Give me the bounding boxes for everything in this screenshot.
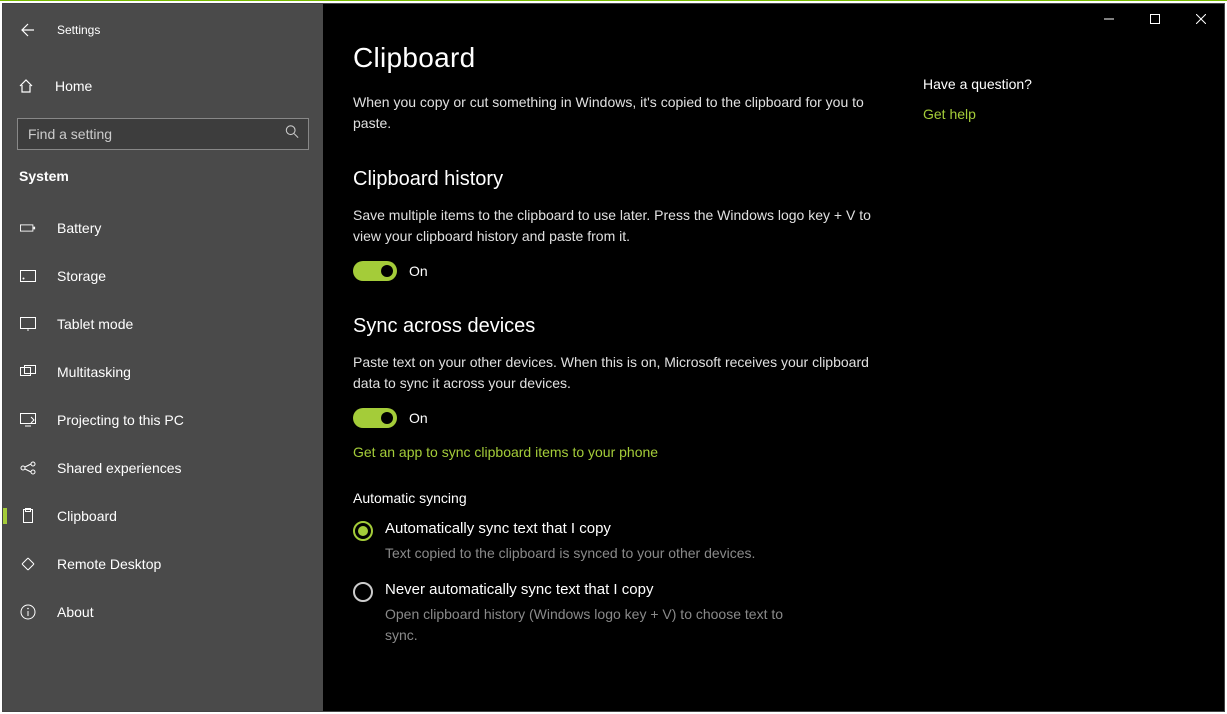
remote-desktop-icon: [19, 555, 37, 573]
radio-label: Automatically sync text that I copy: [385, 520, 755, 537]
sidebar-item-battery[interactable]: Battery: [3, 208, 323, 248]
sidebar-item-remote-desktop[interactable]: Remote Desktop: [3, 544, 323, 584]
toggle-state-label: On: [409, 410, 428, 426]
sidebar-item-about[interactable]: About: [3, 592, 323, 632]
sidebar-item-label: Projecting to this PC: [57, 412, 184, 428]
sidebar-item-storage[interactable]: Storage: [3, 256, 323, 296]
sidebar-home-label: Home: [55, 78, 92, 94]
search-input[interactable]: [17, 118, 309, 150]
sidebar-item-label: Storage: [57, 268, 106, 284]
page-title: Clipboard: [353, 42, 899, 74]
sidebar-item-label: Multitasking: [57, 364, 131, 380]
aside-heading: Have a question?: [923, 76, 1032, 92]
maximize-button[interactable]: [1132, 4, 1178, 34]
sidebar: Settings Home System Battery Storage Tab…: [3, 4, 323, 711]
sidebar-item-projecting[interactable]: Projecting to this PC: [3, 400, 323, 440]
sidebar-item-label: Tablet mode: [57, 316, 133, 332]
clipboard-history-toggle[interactable]: [353, 261, 397, 281]
section-sync: Sync across devices Paste text on your o…: [353, 315, 899, 645]
sidebar-item-shared-experiences[interactable]: Shared experiences: [3, 448, 323, 488]
battery-icon: [19, 219, 37, 237]
sidebar-home[interactable]: Home: [3, 66, 323, 106]
radio-hint: Text copied to the clipboard is synced t…: [385, 543, 755, 563]
minimize-button[interactable]: [1086, 4, 1132, 34]
radio-auto-sync[interactable]: [353, 521, 373, 541]
sidebar-item-clipboard[interactable]: Clipboard: [3, 496, 323, 536]
sidebar-item-multitasking[interactable]: Multitasking: [3, 352, 323, 392]
window-title: Settings: [57, 23, 100, 37]
section-heading: Clipboard history: [353, 168, 899, 191]
sidebar-item-label: Clipboard: [57, 508, 117, 524]
page-intro: When you copy or cut something in Window…: [353, 92, 899, 134]
section-heading: Sync across devices: [353, 315, 899, 338]
section-desc: Save multiple items to the clipboard to …: [353, 205, 899, 247]
shared-icon: [19, 459, 37, 477]
close-button[interactable]: [1178, 4, 1224, 34]
section-desc: Paste text on your other devices. When t…: [353, 352, 899, 394]
sidebar-item-label: About: [57, 604, 94, 620]
storage-icon: [19, 267, 37, 285]
multitasking-icon: [19, 363, 37, 381]
sidebar-item-label: Shared experiences: [57, 460, 182, 476]
clipboard-icon: [19, 507, 37, 525]
help-aside: Have a question? Get help: [923, 42, 1032, 711]
sidebar-item-tablet-mode[interactable]: Tablet mode: [3, 304, 323, 344]
projecting-icon: [19, 411, 37, 429]
search-icon: [285, 125, 299, 144]
about-icon: [19, 603, 37, 621]
tablet-icon: [19, 315, 37, 333]
toggle-state-label: On: [409, 263, 428, 279]
radio-never-auto-sync[interactable]: [353, 582, 373, 602]
radio-hint: Open clipboard history (Windows logo key…: [385, 604, 805, 645]
back-button[interactable]: [17, 22, 35, 38]
auto-sync-heading: Automatic syncing: [353, 490, 899, 506]
section-clipboard-history: Clipboard history Save multiple items to…: [353, 168, 899, 281]
get-help-link[interactable]: Get help: [923, 106, 976, 122]
sidebar-item-label: Battery: [57, 220, 101, 236]
home-icon: [17, 77, 35, 95]
radio-label: Never automatically sync text that I cop…: [385, 581, 805, 598]
sync-phone-link[interactable]: Get an app to sync clipboard items to yo…: [353, 444, 658, 460]
sidebar-item-label: Remote Desktop: [57, 556, 161, 572]
content: Clipboard When you copy or cut something…: [323, 4, 1224, 711]
sync-toggle[interactable]: [353, 408, 397, 428]
sidebar-category: System: [3, 168, 323, 192]
